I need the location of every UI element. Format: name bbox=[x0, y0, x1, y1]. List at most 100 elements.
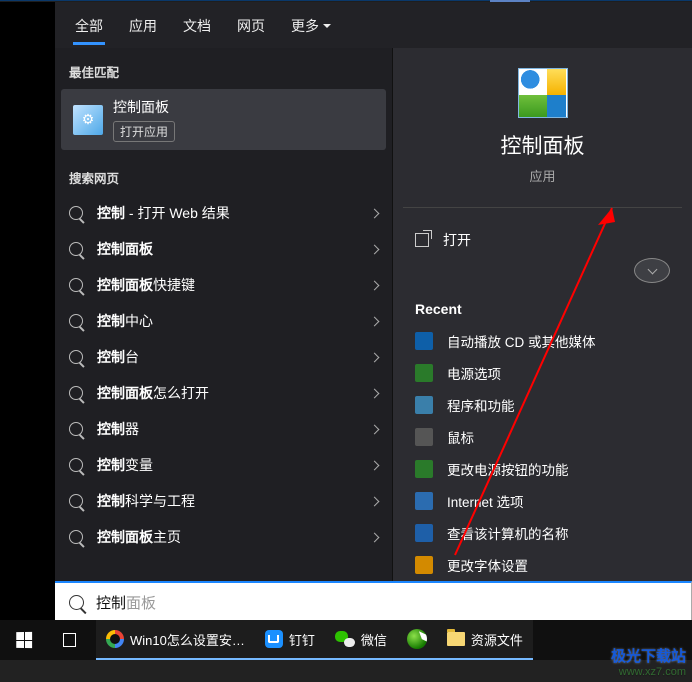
taskbar-app-folder[interactable]: 资源文件 bbox=[437, 620, 533, 660]
recent-item-0[interactable]: 自动播放 CD 或其他媒体 bbox=[393, 325, 692, 357]
search-icon bbox=[69, 386, 83, 400]
search-icon bbox=[69, 494, 83, 508]
web-suggestion-5[interactable]: 控制面板怎么打开 bbox=[55, 375, 392, 411]
recent-item-3[interactable]: 鼠标 bbox=[393, 421, 692, 453]
suggestion-text: 控制面板快捷键 bbox=[97, 275, 195, 295]
search-panel: 全部 应用 文档 网页 更多 最佳匹配 ⚙ 控制面板 打开应用 搜索网页 控制 … bbox=[55, 2, 692, 581]
chevron-right-icon bbox=[370, 208, 380, 218]
suggestion-text: 控制 - 打开 Web 结果 bbox=[97, 203, 230, 223]
open-app-pill[interactable]: 打开应用 bbox=[113, 121, 175, 142]
best-match-item[interactable]: ⚙ 控制面板 打开应用 bbox=[61, 89, 386, 150]
web-suggestion-6[interactable]: 控制器 bbox=[55, 411, 392, 447]
tab-more[interactable]: 更多 bbox=[279, 6, 343, 44]
recent-heading: Recent bbox=[393, 283, 692, 325]
search-icon bbox=[69, 422, 83, 436]
taskbar-app-chrome[interactable]: Win10怎么设置安… bbox=[96, 620, 255, 660]
search-icon bbox=[69, 595, 84, 610]
recent-item-1[interactable]: 电源选项 bbox=[393, 357, 692, 389]
search-icon bbox=[69, 206, 83, 220]
details-pane: 控制面板 应用 打开 Recent 自动播放 CD 或其他媒体电源选项程序和功能… bbox=[392, 48, 692, 581]
details-title: 控制面板 bbox=[501, 130, 585, 160]
search-hint: 面板 bbox=[126, 595, 156, 612]
recent-item-icon bbox=[415, 396, 433, 414]
suggestion-text: 控制面板怎么打开 bbox=[97, 383, 209, 403]
recent-item-label: 自动播放 CD 或其他媒体 bbox=[447, 331, 596, 351]
suggestion-text: 控制面板主页 bbox=[97, 527, 181, 547]
web-suggestion-2[interactable]: 控制面板快捷键 bbox=[55, 267, 392, 303]
open-icon bbox=[415, 233, 429, 247]
taskbar-app-wechat-label: 微信 bbox=[361, 630, 387, 649]
recent-item-label: 程序和功能 bbox=[447, 395, 515, 415]
web-suggestion-7[interactable]: 控制变量 bbox=[55, 447, 392, 483]
web-suggestion-9[interactable]: 控制面板主页 bbox=[55, 519, 392, 555]
recent-item-5[interactable]: Internet 选项 bbox=[393, 485, 692, 517]
details-preview: 控制面板 应用 bbox=[403, 68, 682, 208]
taskbar-app-wechat[interactable]: 微信 bbox=[325, 620, 397, 660]
recent-item-icon bbox=[415, 332, 433, 350]
taskbar-app-dingtalk[interactable]: 钉钉 bbox=[255, 620, 325, 660]
search-box[interactable]: 控制面板 bbox=[55, 581, 692, 621]
recent-item-label: Internet 选项 bbox=[447, 491, 524, 511]
open-action[interactable]: 打开 bbox=[415, 220, 670, 260]
taskbar-app-folder-label: 资源文件 bbox=[471, 630, 523, 649]
recent-item-6[interactable]: 查看该计算机的名称 bbox=[393, 517, 692, 549]
web-suggestion-4[interactable]: 控制台 bbox=[55, 339, 392, 375]
recent-item-label: 鼠标 bbox=[447, 427, 474, 447]
control-panel-large-icon bbox=[518, 68, 568, 118]
wechat-icon bbox=[335, 631, 355, 647]
search-icon bbox=[69, 350, 83, 364]
tab-apps[interactable]: 应用 bbox=[117, 6, 169, 44]
expand-button[interactable] bbox=[634, 258, 670, 283]
web-suggestion-3[interactable]: 控制中心 bbox=[55, 303, 392, 339]
recent-item-7[interactable]: 更改字体设置 bbox=[393, 549, 692, 581]
recent-item-icon bbox=[415, 460, 433, 478]
tab-web[interactable]: 网页 bbox=[225, 6, 277, 44]
recent-item-2[interactable]: 程序和功能 bbox=[393, 389, 692, 421]
best-match-heading: 最佳匹配 bbox=[55, 48, 392, 89]
tab-docs[interactable]: 文档 bbox=[171, 6, 223, 44]
search-icon bbox=[69, 314, 83, 328]
search-icon bbox=[69, 458, 83, 472]
open-label: 打开 bbox=[443, 230, 471, 250]
tab-all[interactable]: 全部 bbox=[63, 6, 115, 44]
recent-item-label: 更改电源按钮的功能 bbox=[447, 459, 569, 479]
recent-item-label: 更改字体设置 bbox=[447, 555, 528, 575]
search-tabs: 全部 应用 文档 网页 更多 bbox=[55, 2, 692, 48]
window-top-edge bbox=[0, 0, 692, 1]
web-suggestion-8[interactable]: 控制科学与工程 bbox=[55, 483, 392, 519]
recent-item-4[interactable]: 更改电源按钮的功能 bbox=[393, 453, 692, 485]
downloader-icon bbox=[407, 629, 427, 649]
suggestion-text: 控制台 bbox=[97, 347, 139, 367]
bottom-filler bbox=[0, 660, 692, 682]
search-web-heading: 搜索网页 bbox=[55, 154, 392, 195]
recent-item-label: 查看该计算机的名称 bbox=[447, 523, 569, 543]
start-button[interactable] bbox=[0, 620, 48, 660]
tab-more-label: 更多 bbox=[291, 16, 319, 36]
chrome-icon bbox=[106, 630, 124, 648]
suggestion-text: 控制科学与工程 bbox=[97, 491, 195, 511]
chevron-right-icon bbox=[370, 352, 380, 362]
control-panel-icon: ⚙ bbox=[73, 105, 103, 135]
recent-item-icon bbox=[415, 364, 433, 382]
taskbar-app-downloader[interactable] bbox=[397, 620, 437, 660]
task-view-button[interactable] bbox=[48, 620, 96, 660]
search-typed: 控制 bbox=[96, 595, 126, 612]
taskbar: Win10怎么设置安… 钉钉 微信 资源文件 bbox=[0, 620, 692, 660]
chevron-right-icon bbox=[370, 424, 380, 434]
details-subtitle: 应用 bbox=[529, 166, 555, 185]
left-gutter bbox=[0, 2, 55, 620]
search-body: 最佳匹配 ⚙ 控制面板 打开应用 搜索网页 控制 - 打开 Web 结果控制面板… bbox=[55, 48, 692, 581]
recent-item-label: 电源选项 bbox=[447, 363, 501, 383]
web-suggestion-0[interactable]: 控制 - 打开 Web 结果 bbox=[55, 195, 392, 231]
suggestion-text: 控制变量 bbox=[97, 455, 153, 475]
suggestion-text: 控制器 bbox=[97, 419, 139, 439]
taskbar-app-chrome-label: Win10怎么设置安… bbox=[130, 630, 245, 649]
search-icon bbox=[69, 530, 83, 544]
folder-icon bbox=[447, 632, 465, 646]
web-suggestion-1[interactable]: 控制面板 bbox=[55, 231, 392, 267]
search-icon bbox=[69, 242, 83, 256]
chevron-right-icon bbox=[370, 388, 380, 398]
best-match-texts: 控制面板 打开应用 bbox=[113, 97, 175, 142]
search-text: 控制面板 bbox=[96, 592, 156, 613]
recent-item-icon bbox=[415, 556, 433, 574]
